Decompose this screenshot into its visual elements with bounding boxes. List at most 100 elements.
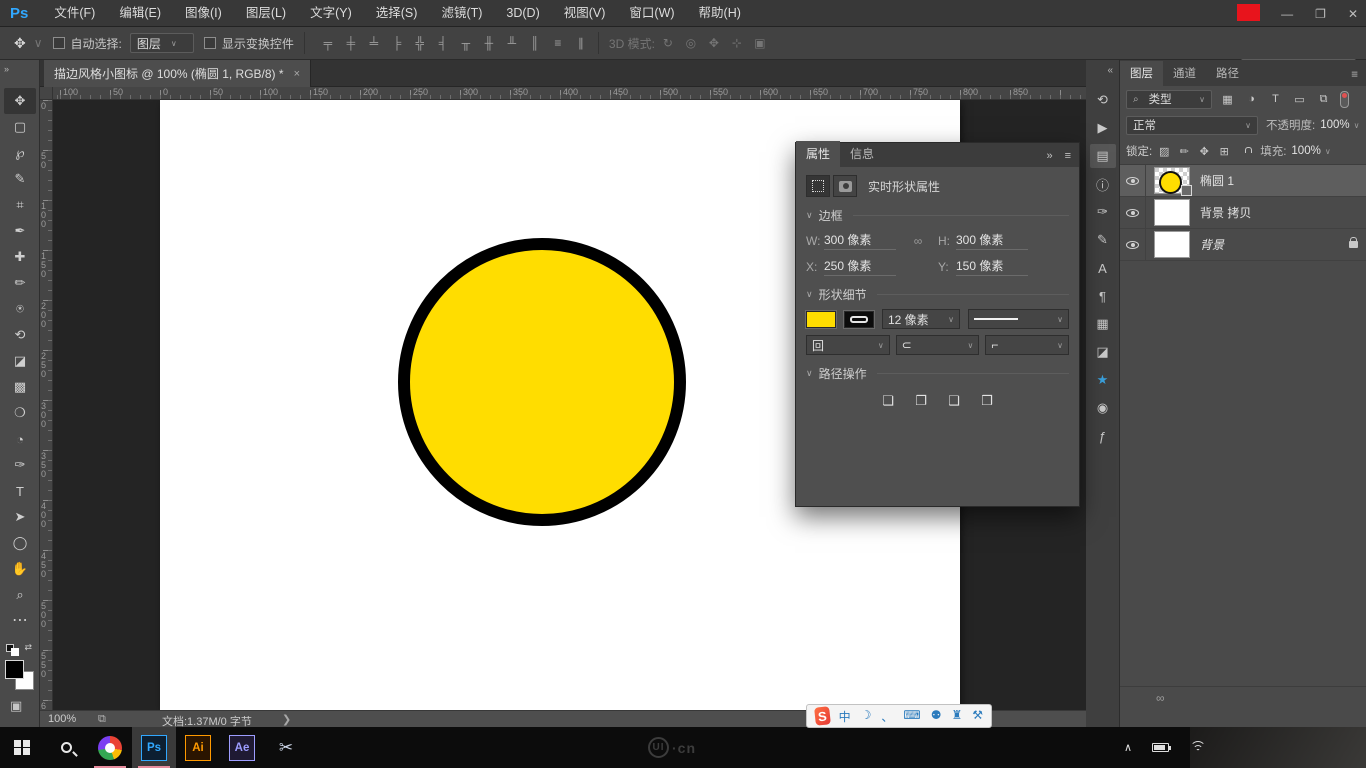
bounds-section-header[interactable]: ∨ 边框 (806, 207, 1069, 224)
hand-tool[interactable]: ✋ (4, 556, 36, 582)
menu-item[interactable]: 编辑(E) (107, 0, 173, 26)
filter-icon[interactable]: T (1267, 93, 1284, 106)
layer-row-ellipse[interactable]: 椭圆 1 (1120, 165, 1366, 197)
menu-item[interactable]: 窗口(W) (617, 0, 686, 26)
foreground-color-swatch[interactable] (5, 660, 24, 679)
wifi-icon[interactable] (1189, 741, 1206, 754)
opacity-value[interactable]: 100% (1320, 119, 1349, 131)
tab-info[interactable]: 信息 (840, 141, 884, 167)
clone-stamp-tool[interactable]: ⍟ (4, 296, 36, 322)
stroke-option-dropdown[interactable]: ⌐ ∨ (985, 335, 1069, 355)
fill-value[interactable]: 100% (1291, 145, 1320, 157)
3d-mode-icon[interactable]: ✥ (707, 36, 721, 50)
lock-icon[interactable]: ▨ (1156, 145, 1172, 158)
quick-mask-icon[interactable]: ▣ (10, 698, 22, 714)
ime-icon[interactable]: ⌨ (903, 708, 920, 725)
layer-thumbnail[interactable] (1154, 167, 1190, 194)
height-field[interactable]: 300 像素 (956, 231, 1028, 250)
filter-icon[interactable]: ⧉ (1315, 93, 1332, 106)
3d-mode-icon[interactable]: ⊹ (730, 36, 744, 50)
history-panel-icon[interactable]: ⟲ (1090, 88, 1116, 112)
align-icon[interactable]: ╬ (413, 36, 427, 50)
blend-mode-dropdown[interactable]: 正常 ∨ (1126, 116, 1258, 135)
tab-channels[interactable]: 通道 (1163, 61, 1206, 86)
ellipse-tool[interactable]: ◯ (4, 530, 36, 556)
width-field[interactable]: 300 像素 (824, 231, 896, 250)
pen-tool[interactable]: ✑ (4, 452, 36, 478)
align-icon[interactable]: ∥ (574, 36, 588, 50)
shape-details-section-header[interactable]: ∨ 形状细节 (806, 286, 1069, 303)
path-operation-button[interactable]: ❏ (875, 390, 901, 411)
taskbar-app-photoshop[interactable]: Ps (132, 727, 176, 768)
glyphs-panel-icon[interactable]: ƒ (1090, 424, 1116, 448)
type-tool[interactable]: T (4, 478, 36, 504)
align-icon[interactable]: ╫ (482, 36, 496, 50)
layer-thumbnail[interactable] (1154, 199, 1190, 226)
layer-row-background-copy[interactable]: 背景 拷贝 (1120, 197, 1366, 229)
align-icon[interactable]: ║ (528, 36, 542, 50)
close-tab-icon[interactable]: × (294, 68, 300, 80)
rectangular-marquee-tool[interactable]: ▢ (4, 114, 36, 140)
character-panel-icon[interactable]: A (1090, 256, 1116, 280)
history-brush-tool[interactable]: ⟲ (4, 322, 36, 348)
brush-panel-icon[interactable]: ✑ (1090, 200, 1116, 224)
taskbar-app-aftereffects[interactable]: Ae (220, 727, 264, 768)
restore-button[interactable]: ❐ (1315, 7, 1326, 21)
zoom-tool[interactable]: ⌕ (4, 582, 36, 608)
lock-icon[interactable]: ⊞ (1216, 145, 1232, 158)
tab-properties[interactable]: 属性 (796, 141, 840, 167)
path-operation-button[interactable]: ❑ (941, 390, 967, 411)
stroke-width-dropdown[interactable]: 12 像素 ∨ (882, 309, 960, 329)
swap-colors-icon[interactable]: ⇄ (24, 642, 32, 653)
stroke-option-dropdown[interactable]: ⊂ ∨ (896, 335, 980, 355)
filter-toggle[interactable] (1340, 91, 1349, 108)
menu-item[interactable]: 视图(V) (552, 0, 618, 26)
search-button[interactable] (44, 727, 88, 768)
masks-button[interactable] (833, 175, 857, 197)
3d-mode-icon[interactable]: ▣ (753, 36, 767, 50)
sogou-logo-icon[interactable]: S (814, 706, 830, 725)
spot-healing-brush-tool[interactable]: ✚ (4, 244, 36, 270)
align-icon[interactable]: ╧ (367, 36, 381, 50)
battery-icon[interactable] (1152, 743, 1169, 752)
visibility-toggle[interactable] (1120, 197, 1146, 229)
ime-icon[interactable]: ⚒ (972, 708, 983, 725)
3d-mode-icon[interactable]: ↻ (661, 36, 675, 50)
tab-paths[interactable]: 路径 (1206, 61, 1249, 86)
taskbar-app-browser[interactable] (88, 727, 132, 768)
blur-tool[interactable]: ❍ (4, 400, 36, 426)
path-operations-section-header[interactable]: ∨ 路径操作 (806, 365, 1069, 382)
share-icon[interactable]: ⧉ (98, 713, 106, 726)
styles-panel-icon[interactable]: ◪ (1090, 340, 1116, 364)
filter-icon[interactable]: ▭ (1291, 93, 1308, 106)
ime-icon[interactable]: 中 (839, 708, 851, 725)
stroke-color-swatch[interactable] (844, 311, 874, 328)
tray-chevron-icon[interactable]: ∧ (1124, 741, 1132, 754)
start-button[interactable] (0, 727, 44, 768)
adjustments-panel-icon[interactable]: ◉ (1090, 396, 1116, 420)
path-operation-button[interactable]: ❐ (908, 390, 934, 411)
document-tab[interactable]: 描边风格小图标 @ 100% (椭圆 1, RGB/8) * × (44, 60, 311, 87)
menu-item[interactable]: 文字(Y) (298, 0, 364, 26)
menu-item[interactable]: 文件(F) (42, 0, 107, 26)
status-chevron-icon[interactable]: ❯ (282, 713, 291, 726)
close-button[interactable]: ✕ (1348, 7, 1358, 21)
menu-item[interactable]: 图像(I) (173, 0, 234, 26)
ime-icon[interactable]: ⚉ (931, 708, 942, 725)
swatches-panel-icon[interactable]: ▦ (1090, 312, 1116, 336)
filter-type-dropdown[interactable]: ⌕ 类型 ∨ (1126, 90, 1212, 109)
info-panel-icon[interactable]: ⓘ (1090, 172, 1116, 196)
fill-color-swatch[interactable] (806, 311, 836, 328)
properties-panel-icon[interactable]: ▤ (1090, 144, 1116, 168)
menu-item[interactable]: 3D(D) (494, 0, 551, 26)
x-field[interactable]: 250 像素 (824, 257, 896, 276)
paragraph-panel-icon[interactable]: ¶ (1090, 284, 1116, 308)
minimize-button[interactable]: — (1281, 7, 1293, 21)
brush-presets-panel-icon[interactable]: ✎ (1090, 228, 1116, 252)
default-colors-icon[interactable]: ⇄ (6, 642, 32, 656)
link-layers-icon[interactable]: ∞ (1156, 691, 1165, 705)
live-shape-properties-button[interactable] (806, 175, 830, 197)
link-dimensions-icon[interactable]: ∞ (904, 234, 932, 248)
eyedropper-tool[interactable]: ✒ (4, 218, 36, 244)
taskbar-app-screenshot[interactable]: ✂ (264, 727, 308, 768)
